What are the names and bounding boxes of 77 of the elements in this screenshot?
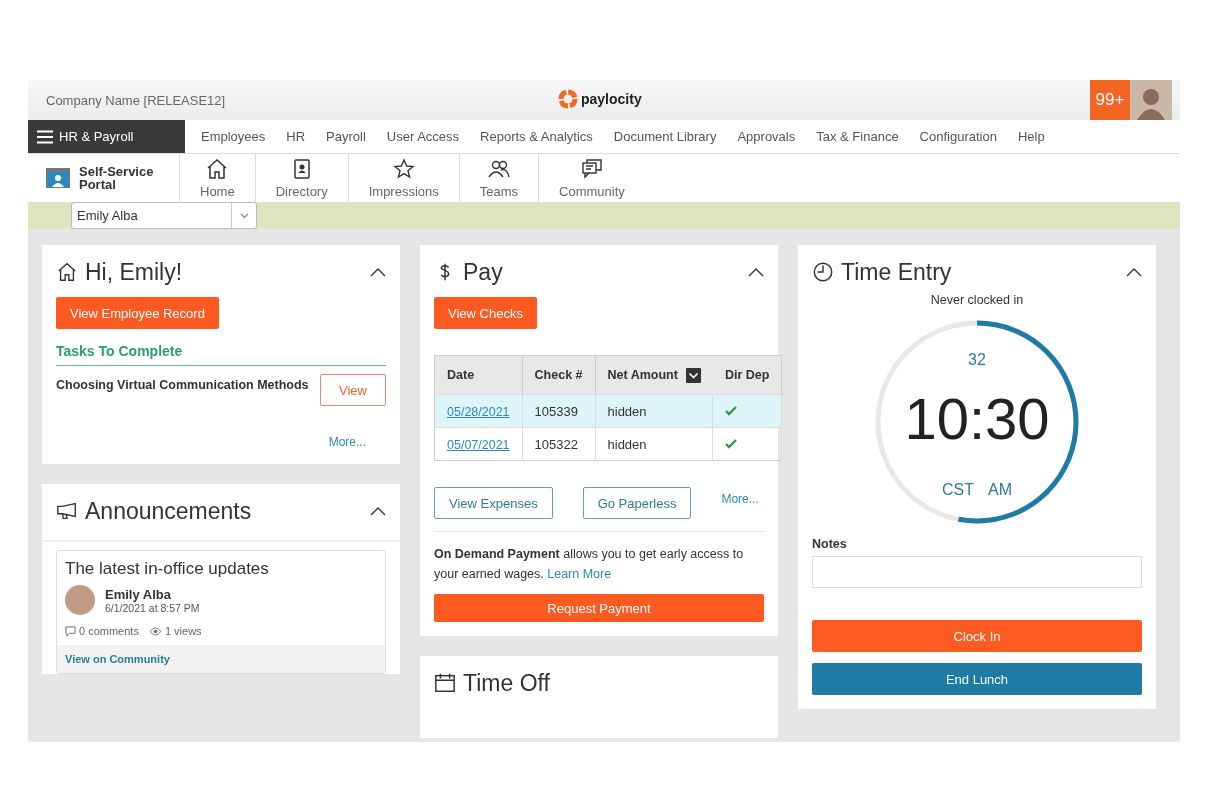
clock-button[interactable]: End Lunch: [812, 663, 1142, 695]
calendar-icon: [434, 672, 456, 694]
outline-button[interactable]: View Expenses: [434, 487, 553, 519]
menu-icon: [37, 129, 53, 144]
table-cell: 105339: [522, 394, 595, 428]
date-link[interactable]: 05/07/2021: [447, 437, 510, 452]
logo-text: paylocity: [581, 91, 642, 107]
megaphone-icon: [56, 500, 78, 522]
chat-bubbles-icon: [579, 157, 604, 181]
column-header: Net Amount: [595, 355, 713, 395]
view-count: 1 views: [164, 625, 202, 637]
employee-select[interactable]: Emily Alba: [71, 202, 257, 229]
collapse-icon: [370, 506, 386, 516]
card-title: Pay: [463, 258, 504, 286]
post-date: 6/1/2021 at 8:57 PM: [105, 601, 200, 614]
post-title: The latest in-office updates: [64, 558, 270, 580]
nav-link[interactable]: Tax & Finance: [816, 129, 899, 144]
am-pm: AM: [988, 481, 1012, 499]
view-button[interactable]: View: [320, 374, 386, 406]
view-checks-button[interactable]: View Checks: [434, 297, 537, 329]
seconds-text: 32: [967, 351, 987, 369]
more-link[interactable]: More...: [721, 492, 759, 506]
notes-field[interactable]: [812, 556, 1142, 588]
author-name: Emily Alba: [105, 586, 172, 602]
nav-link[interactable]: Configuration: [919, 129, 997, 144]
comment-count: 0 comments: [79, 625, 139, 637]
home-icon: [56, 261, 78, 283]
portal-title: Self-Service Portal: [79, 165, 155, 191]
clock-time: 10:30: [903, 385, 1051, 452]
dropdown-icon: [685, 367, 701, 383]
column-header: Check #: [522, 355, 595, 395]
table-cell: hidden: [595, 394, 713, 428]
card-title: Time Entry: [841, 258, 953, 286]
clock-button[interactable]: Clock In: [812, 620, 1142, 652]
avatar-placeholder[interactable]: [1130, 80, 1172, 120]
learn-more-link[interactable]: Learn More: [547, 567, 612, 581]
community-link[interactable]: View on Community: [57, 645, 385, 673]
nav-link[interactable]: Help: [1017, 129, 1045, 144]
collapse-icon: [748, 267, 764, 277]
collapse-icon: [1126, 267, 1142, 277]
card-title: Hi, Emily!: [85, 258, 184, 286]
nav-link[interactable]: Document Library: [613, 129, 717, 144]
nav-link[interactable]: Employees: [201, 129, 266, 144]
comment-icon: [65, 625, 76, 637]
star-icon: [391, 157, 416, 181]
nav-link[interactable]: Approvals: [737, 129, 796, 144]
nav-link[interactable]: HR: [286, 129, 306, 144]
nav-link[interactable]: User Access: [386, 129, 460, 144]
portal-icon: [46, 168, 70, 188]
table-cell: 105322: [522, 427, 595, 461]
nav-link[interactable]: Reports & Analytics: [480, 129, 593, 144]
table-cell: hidden: [595, 427, 713, 461]
clock-status: Never clocked in: [929, 293, 1025, 307]
more-link[interactable]: More...: [328, 435, 366, 449]
chevron-down-icon: [239, 212, 249, 219]
notification-badge[interactable]: 99+: [1090, 80, 1130, 120]
card-title: Time Off: [463, 669, 551, 697]
logo-icon: [558, 89, 578, 109]
clock-icon: [812, 261, 834, 283]
column-header: Dir Dep: [712, 355, 782, 395]
section-heading: Tasks To Complete: [56, 343, 386, 366]
main-menu-button[interactable]: HR & Payroll: [28, 120, 185, 153]
nav-link[interactable]: Payroll: [326, 129, 366, 144]
eye-icon: [148, 626, 162, 636]
company-name: Company Name [RELEASE12]: [46, 92, 226, 108]
task-name: Choosing Virtual Communication Methods: [56, 378, 309, 392]
card-title: Announcements: [85, 497, 253, 525]
promo-text: On Demand Payment allows you to get early access to your earned wages. Learn More: [434, 546, 745, 583]
time-zone: CST: [942, 481, 974, 499]
portal-tab[interactable]: Community: [539, 154, 645, 202]
request-payment-button[interactable]: Request Payment: [434, 594, 764, 622]
notes-label: Notes: [812, 537, 848, 551]
column-header: Date: [434, 355, 523, 395]
view-employee-record-button[interactable]: View Employee Record: [56, 297, 219, 329]
collapse-icon: [370, 267, 386, 277]
outline-button[interactable]: Go Paperless: [582, 487, 692, 519]
avatar-placeholder: [65, 585, 95, 615]
